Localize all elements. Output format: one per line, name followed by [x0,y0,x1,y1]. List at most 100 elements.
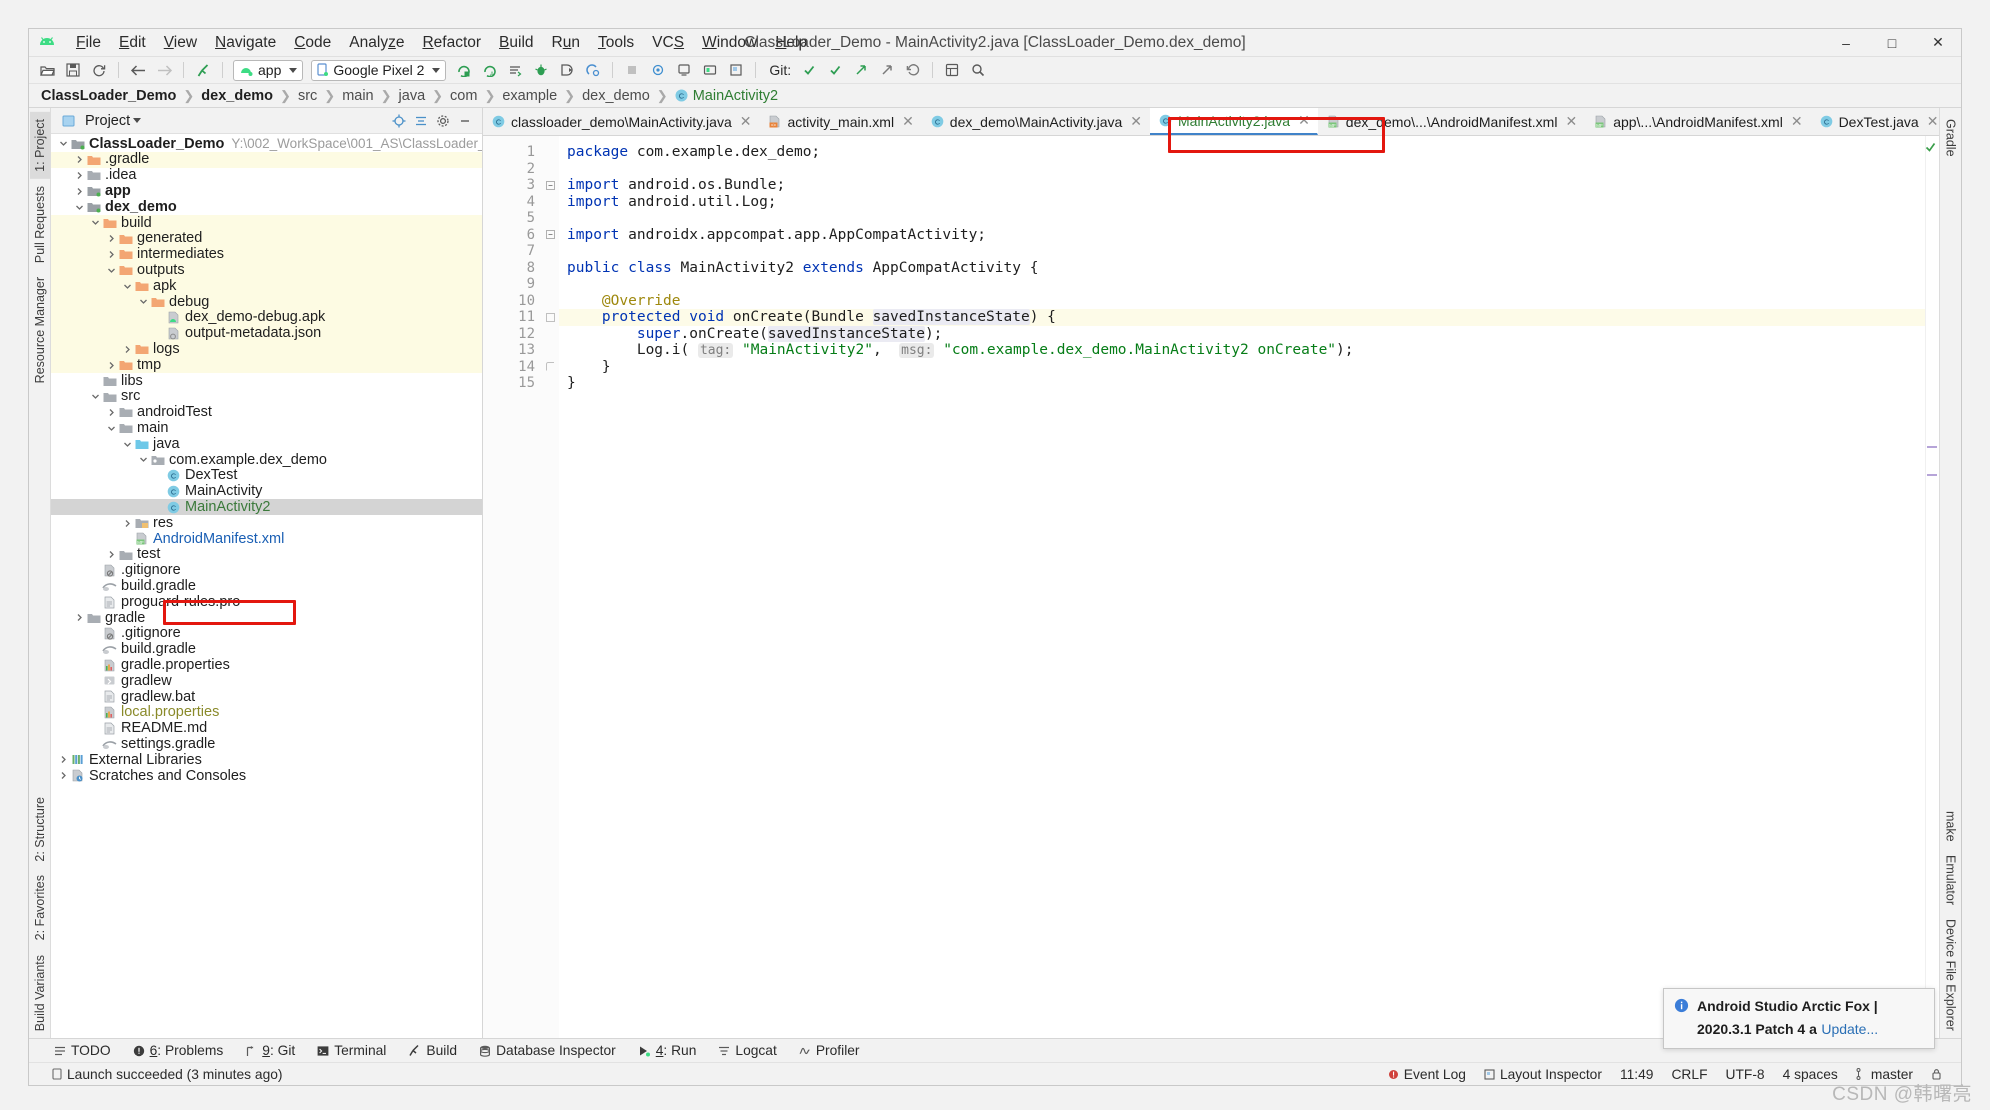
update-notification[interactable]: Android Studio Arctic Fox | 2020.3.1 Pat… [1663,988,1935,1049]
tree-node-java[interactable]: java [51,436,482,452]
code-line-3[interactable]: import android.os.Bundle; [559,177,1925,194]
gutter-line-6[interactable]: 6 [483,227,541,244]
run-icon[interactable] [503,59,527,81]
gutter-line-7[interactable]: 7 [483,243,541,260]
layout-inspector-button[interactable]: Layout Inspector [1475,1067,1611,1082]
code-line-4[interactable]: import android.util.Log; [559,194,1925,211]
close-tab-icon[interactable]: ✕ [1565,113,1577,130]
code-line-1[interactable]: package com.example.dex_demo; [559,144,1925,161]
tree-node-libs[interactable]: libs [51,373,482,389]
tree-node-logs[interactable]: logs [51,341,482,357]
tree-node-mainactivity2[interactable]: CMainActivity2 [51,499,482,515]
gutter-line-12[interactable]: 12 [483,326,541,343]
tree-node-androidtest[interactable]: androidTest [51,405,482,421]
tool-window-tab-1-project[interactable]: 1: Project [30,112,50,179]
breadcrumb-item-com[interactable]: com [450,88,477,104]
gutter-line-5[interactable]: 5 [483,210,541,227]
device-selector[interactable]: Google Pixel 2 [311,60,446,81]
code-line-13[interactable]: Log.i( tag: "MainActivity2", msg: "com.e… [559,342,1925,359]
tree-node-gradlew[interactable]: gradlew [51,673,482,689]
tree-node-com-example-dex-demo[interactable]: com.example.dex_demo [51,452,482,468]
editor-tab-dex-demo-androidmanifest-xml[interactable]: MFdex_demo\...\AndroidManifest.xml✕ [1318,108,1585,135]
tree-node-src[interactable]: src [51,389,482,405]
tool-window-tab-build-variants[interactable]: Build Variants [30,948,50,1038]
breadcrumb-item-src[interactable]: src [298,88,317,104]
tree-node-settings-gradle[interactable]: settings.gradle [51,736,482,752]
sync-gradle-icon[interactable] [646,59,670,81]
editor-tab-mainactivity2-java[interactable]: CMainActivity2.java✕ [1150,108,1318,135]
tree-node-dex-demo-debug-apk[interactable]: dex_demo-debug.apk [51,310,482,326]
tool-window-tab-gradle[interactable]: Gradle [1941,112,1961,164]
minimize-button[interactable]: – [1823,29,1869,56]
tree-node-res[interactable]: res [51,515,482,531]
editor-tab-app-androidmanifest-xml[interactable]: MFapp\...\AndroidManifest.xml✕ [1585,108,1810,135]
tree-node-scratches-and-consoles[interactable]: Scratches and Consoles [51,768,482,784]
gutter-line-4[interactable]: 4 [483,194,541,211]
code-line-11[interactable]: protected void onCreate(Bundle savedInst… [559,309,1925,326]
menu-item-vcs[interactable]: VCS [643,32,693,54]
fold-line-14[interactable] [541,359,559,376]
chevron-down-icon[interactable] [133,118,141,123]
git-rollback-icon[interactable] [901,59,925,81]
tool-window-tab-emulator[interactable]: Emulator [1941,848,1961,912]
chevron-down-icon[interactable] [105,422,118,435]
menu-item-build[interactable]: Build [490,32,542,54]
tree-node-gradlew-bat[interactable]: gradlew.bat [51,689,482,705]
menu-item-refactor[interactable]: Refactor [413,32,490,54]
tree-node-intermediates[interactable]: intermediates [51,247,482,263]
chevron-down-icon[interactable] [105,264,118,277]
profile-icon[interactable] [555,59,579,81]
attach-debugger-icon[interactable] [581,59,605,81]
tree-node-build-gradle[interactable]: build.gradle [51,578,482,594]
tool-window-tab-2-favorites[interactable]: 2: Favorites [30,868,50,947]
gutter-line-14[interactable]: 14 [483,359,541,376]
code-line-12[interactable]: super.onCreate(savedInstanceState); [559,326,1925,343]
menu-item-edit[interactable]: Edit [110,32,155,54]
chevron-right-icon[interactable] [105,548,118,561]
tree-node--gitignore[interactable]: .gitignore [51,563,482,579]
fold-line-3[interactable] [541,177,559,194]
chevron-down-icon[interactable] [57,137,70,150]
sync-refresh-icon[interactable] [87,59,111,81]
close-tab-icon[interactable]: ✕ [740,113,752,130]
close-tab-icon[interactable]: ✕ [1791,113,1803,130]
code-line-9[interactable] [559,276,1925,293]
tree-node-debug[interactable]: debug [51,294,482,310]
editor-tab-dextest-java[interactable]: CDexTest.java✕ [1811,108,1939,135]
chevron-down-icon[interactable] [137,295,150,308]
apply-code-changes-icon[interactable]: A [477,59,501,81]
menu-item-view[interactable]: View [155,32,206,54]
caret-position[interactable]: 11:49 [1611,1067,1663,1082]
gutter-line-9[interactable]: 9 [483,276,541,293]
gutter-line-1[interactable]: 1 [483,144,541,161]
menu-item-run[interactable]: Run [543,32,589,54]
menu-item-file[interactable]: File [67,32,110,54]
layout-inspector-icon[interactable] [724,59,748,81]
tool-window-tab-2-structure[interactable]: 2: Structure [30,790,50,869]
save-all-icon[interactable] [61,59,85,81]
file-encoding[interactable]: UTF-8 [1717,1067,1774,1082]
open-folder-icon[interactable] [35,59,59,81]
tree-node-outputs[interactable]: outputs [51,262,482,278]
breadcrumb-item-example[interactable]: example [502,88,557,104]
close-tab-icon[interactable]: ✕ [902,113,914,130]
chevron-right-icon[interactable] [73,611,86,624]
editor-tab-classloader-demo-mainactivity-java[interactable]: Cclassloader_demo\MainActivity.java✕ [483,108,759,135]
tree-node-apk[interactable]: apk [51,278,482,294]
chevron-right-icon[interactable] [57,769,70,782]
gutter-line-13[interactable]: 13 [483,342,541,359]
code-line-2[interactable] [559,161,1925,178]
tool-window-tab-device-file-explorer[interactable]: Device File Explorer [1941,912,1961,1038]
close-tab-icon[interactable]: ✕ [1927,113,1939,130]
module-selector[interactable]: app [233,60,303,81]
avd-manager-icon[interactable] [672,59,696,81]
chevron-right-icon[interactable] [121,517,134,530]
git-commit-icon[interactable] [823,59,847,81]
gutter-line-3[interactable]: 3 [483,177,541,194]
code-line-14[interactable]: } [559,359,1925,376]
sdk-manager-icon[interactable] [698,59,722,81]
bottom-tool-build[interactable]: Build [397,1040,468,1061]
bottom-tool-9-git[interactable]: 9: Git [234,1040,306,1061]
tree-node-build[interactable]: build [51,215,482,231]
editor-tab-activity-main-xml[interactable]: <>activity_main.xml✕ [759,108,921,135]
